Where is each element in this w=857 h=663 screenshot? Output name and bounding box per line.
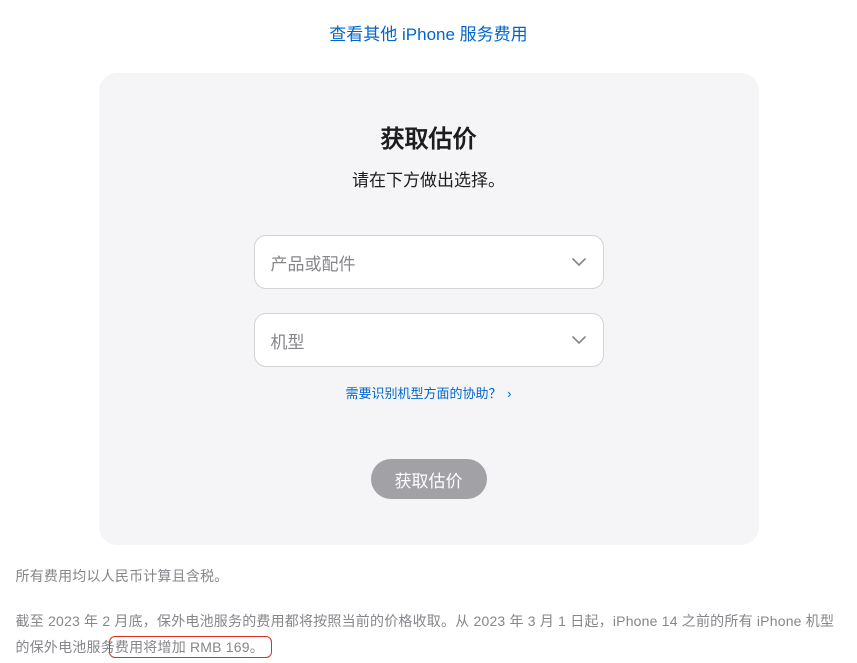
footer-line-2: 截至 2023 年 2 月底，保外电池服务的费用都将按照当前的价格收取。从 20… [16, 608, 842, 661]
get-estimate-button[interactable]: 获取估价 [371, 459, 487, 499]
model-select-wrap: 机型 [254, 313, 604, 367]
footer-notes: 所有费用均以人民币计算且含税。 截至 2023 年 2 月底，保外电池服务的费用… [14, 563, 844, 661]
product-select-wrap: 产品或配件 [254, 235, 604, 289]
top-link-container: 查看其他 iPhone 服务费用 [0, 0, 857, 73]
help-link-label: 需要识别机型方面的协助？ [346, 386, 502, 401]
help-link-container: 需要识别机型方面的协助？ › [159, 383, 699, 403]
product-select-placeholder: 产品或配件 [271, 250, 356, 275]
model-select[interactable]: 机型 [254, 313, 604, 367]
card-subtitle: 请在下方做出选择。 [159, 166, 699, 191]
chevron-right-icon: › [504, 386, 512, 401]
price-increase-highlight: 费用将增加 RMB 169。 [115, 639, 264, 655]
submit-wrap: 获取估价 [159, 459, 699, 499]
card-title: 获取估价 [159, 119, 699, 154]
product-select[interactable]: 产品或配件 [254, 235, 604, 289]
model-select-placeholder: 机型 [271, 328, 305, 353]
other-service-fees-link[interactable]: 查看其他 iPhone 服务费用 [329, 25, 527, 44]
estimate-card: 获取估价 请在下方做出选择。 产品或配件 机型 需要识别机型方面的协助？ › 获… [99, 73, 759, 545]
identify-model-help-link[interactable]: 需要识别机型方面的协助？ › [346, 386, 512, 401]
footer-line-1: 所有费用均以人民币计算且含税。 [16, 563, 842, 590]
